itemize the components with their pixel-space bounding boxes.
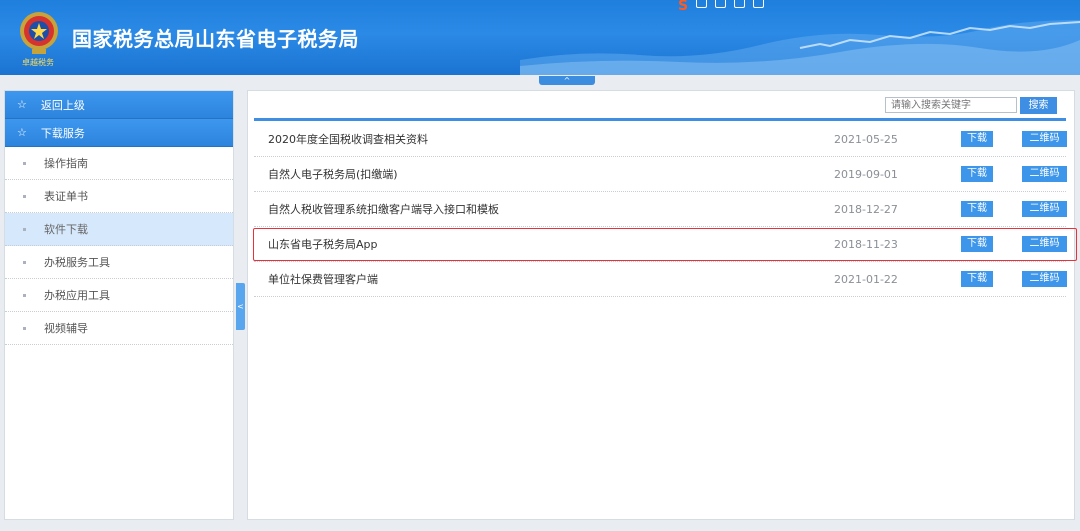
bullet-icon (23, 293, 26, 297)
search-input[interactable] (885, 97, 1017, 113)
sidebar: ☆ 返回上级 ☆ 下载服务 操作指南 表证单书 软件下载 办税服务工具 办税应用… (4, 90, 234, 520)
item-name-link[interactable]: 山东省电子税务局App (268, 236, 378, 252)
list-item: 自然人电子税务局(扣缴端) 2019-09-01 下载 二维码 (254, 157, 1067, 192)
bullet-icon (23, 194, 26, 198)
download-button[interactable]: 下载 (961, 271, 993, 287)
star-icon: ☆ (17, 126, 27, 139)
bullet-icon (23, 227, 26, 231)
qrcode-button[interactable]: 二维码 (1022, 236, 1067, 252)
back-label: 返回上级 (40, 98, 85, 112)
sidebar-item-label: 视频辅导 (44, 322, 88, 335)
download-button[interactable]: 下载 (961, 236, 993, 252)
list-item: 自然人税收管理系统扣缴客户端导入接口和模板 2018-12-27 下载 二维码 (254, 192, 1067, 227)
sidebar-item-guide[interactable]: 操作指南 (5, 147, 233, 180)
slogan-text: 卓越税务 (22, 58, 54, 67)
section-label: 下载服务 (40, 126, 85, 140)
header-collapse-toggle[interactable]: ^ (539, 76, 595, 85)
star-icon: ☆ (17, 98, 27, 111)
qrcode-button[interactable]: 二维码 (1022, 131, 1067, 147)
sogou-logo-icon[interactable]: S (678, 0, 688, 14)
sidebar-item-label: 表证单书 (44, 190, 88, 203)
list-item: 2020年度全国税收调查相关资料 2021-05-25 下载 二维码 (254, 122, 1067, 157)
list-item-highlighted: 山东省电子税务局App 2018-11-23 下载 二维码 (253, 227, 1077, 262)
qrcode-button[interactable]: 二维码 (1022, 201, 1067, 217)
mic-icon[interactable] (715, 0, 727, 8)
sidebar-item-service-tools[interactable]: 办税服务工具 (5, 246, 233, 279)
keyboard-icon[interactable] (734, 0, 746, 8)
settings-icon[interactable] (753, 0, 765, 8)
item-date: 2018-12-27 (834, 202, 898, 216)
qrcode-button[interactable]: 二维码 (1022, 271, 1067, 287)
sidebar-item-label: 办税应用工具 (44, 289, 110, 302)
main-panel: 搜索 2020年度全国税收调查相关资料 2021-05-25 下载 二维码 自然… (247, 90, 1077, 520)
section-download-services[interactable]: ☆ 下载服务 (5, 119, 233, 147)
download-button[interactable]: 下载 (961, 201, 993, 217)
tray-icon-a[interactable] (696, 0, 708, 8)
back-button[interactable]: ☆ 返回上级 (5, 91, 233, 119)
search-button[interactable]: 搜索 (1020, 97, 1057, 114)
sidebar-item-label: 软件下载 (44, 223, 88, 236)
sidebar-item-software-download[interactable]: 软件下载 (5, 213, 233, 246)
item-date: 2019-09-01 (834, 167, 898, 181)
item-date: 2018-11-23 (834, 237, 898, 251)
download-button[interactable]: 下载 (961, 166, 993, 182)
sidebar-item-forms[interactable]: 表证单书 (5, 180, 233, 213)
download-button[interactable]: 下载 (961, 131, 993, 147)
sidebar-item-label: 操作指南 (44, 157, 88, 170)
item-name-link[interactable]: 2020年度全国税收调查相关资料 (268, 131, 428, 147)
sidebar-item-app-tools[interactable]: 办税应用工具 (5, 279, 233, 312)
bullet-icon (23, 161, 26, 165)
download-list: 2020年度全国税收调查相关资料 2021-05-25 下载 二维码 自然人电子… (253, 122, 1077, 297)
tax-emblem-icon (20, 12, 58, 54)
system-tray: S (678, 0, 765, 14)
sidebar-item-label: 办税服务工具 (44, 256, 110, 269)
item-date: 2021-05-25 (834, 132, 898, 146)
item-name-link[interactable]: 自然人电子税务局(扣缴端) (268, 166, 398, 182)
site-title: 国家税务总局山东省电子税务局 (72, 27, 359, 51)
bullet-icon (23, 260, 26, 264)
great-wall-banner (520, 20, 1080, 75)
bullet-icon (23, 326, 26, 330)
site-header: 卓越税务 国家税务总局山东省电子税务局 S (0, 0, 1080, 75)
qrcode-button[interactable]: 二维码 (1022, 166, 1067, 182)
sidebar-item-video-guide[interactable]: 视频辅导 (5, 312, 233, 345)
item-name-link[interactable]: 单位社保费管理客户端 (268, 271, 378, 287)
sidebar-collapse-handle[interactable]: < (236, 283, 245, 330)
divider (254, 118, 1066, 121)
item-date: 2021-01-22 (834, 272, 898, 286)
list-item: 单位社保费管理客户端 2021-01-22 下载 二维码 (254, 262, 1067, 297)
item-name-link[interactable]: 自然人税收管理系统扣缴客户端导入接口和模板 (268, 201, 499, 217)
